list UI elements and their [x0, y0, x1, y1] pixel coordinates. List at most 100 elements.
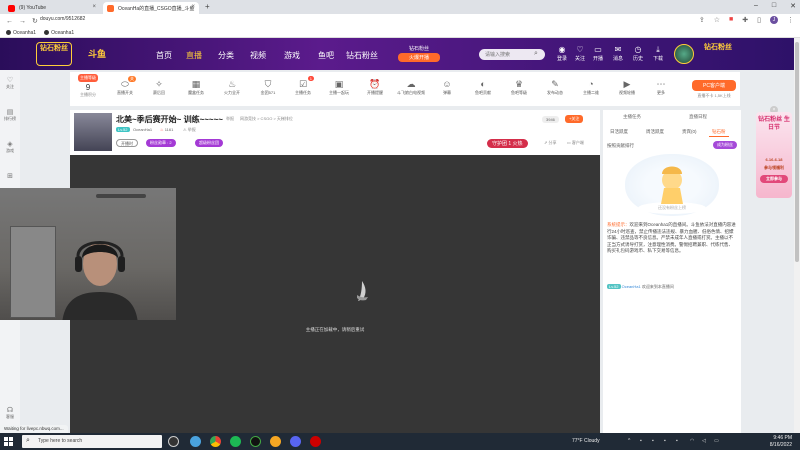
report-link[interactable]: 举报: [226, 116, 234, 122]
star-icon[interactable]: ☆: [714, 16, 720, 24]
task-view-icon[interactable]: [168, 436, 179, 447]
page-scrollbar[interactable]: [794, 38, 800, 433]
share-icon[interactable]: ⇪: [699, 16, 705, 24]
menu-icon[interactable]: ⋮: [787, 16, 794, 24]
download-icon[interactable]: ⤓ 下载: [650, 45, 666, 62]
volume-icon[interactable]: ◁: [702, 438, 706, 444]
share-button[interactable]: ⇗ 分享: [544, 140, 556, 146]
reload-icon[interactable]: ↻: [32, 17, 38, 25]
nav-video[interactable]: 视频: [250, 50, 266, 61]
tool-live-switch[interactable]: 关 ⬭ 直播开关: [108, 76, 142, 96]
windows-start-icon[interactable]: [4, 437, 13, 446]
sidebar-item-settings[interactable]: ⊞: [0, 172, 20, 180]
tool-post[interactable]: ✎ 发布动态: [538, 78, 572, 96]
tool-group[interactable]: ⛉ 金团571: [251, 78, 285, 96]
chrome-icon[interactable]: [210, 436, 221, 447]
tool-remind[interactable]: ⏰ 开播提醒: [358, 78, 392, 96]
scrollbar-thumb[interactable]: [795, 42, 799, 262]
promo-banner[interactable]: 钻石粉丝 火爆开播: [398, 45, 440, 62]
tool-more[interactable]: ⋯ 更多: [644, 78, 678, 96]
promo-button[interactable]: 火爆开播: [398, 53, 440, 62]
app-icon[interactable]: [310, 436, 321, 447]
close-window-icon[interactable]: ✕: [790, 2, 796, 10]
taskbar-search[interactable]: Type here to search: [22, 435, 162, 448]
tool-tv[interactable]: ☁ 斗飞娘白电视频: [394, 78, 428, 96]
tab-weekly[interactable]: 周活跃度: [643, 128, 667, 136]
tool-task[interactable]: 1 ☑ 主播任务: [286, 76, 320, 96]
tray-app-icon[interactable]: ▪: [640, 438, 642, 444]
nav-home[interactable]: 首页: [156, 50, 172, 61]
tool-magic-box[interactable]: ▦ 魔盒任务: [179, 78, 213, 96]
side-ad-banner[interactable]: 钻石粉丝 生日节 6.16-6.18 参与领福利 立即参与: [756, 112, 792, 198]
tool-qrcode[interactable]: ◔ 主播二维: [574, 78, 608, 96]
tool-fishbar-level[interactable]: ♛ 鱼吧等级: [502, 78, 536, 96]
message-icon[interactable]: ✉ 消息: [610, 45, 626, 62]
sidebar-item-rank[interactable]: ▤ 排行榜: [0, 108, 20, 122]
search-icon[interactable]: ⌕: [534, 50, 538, 58]
back-icon[interactable]: ←: [6, 18, 13, 25]
close-tab-icon[interactable]: ×: [191, 4, 195, 10]
spotify-icon[interactable]: [230, 436, 241, 447]
tray-app-icon-3[interactable]: ▪: [664, 438, 666, 444]
new-tab-button[interactable]: +: [205, 2, 210, 11]
schedule-link[interactable]: 直播日程: [689, 114, 707, 120]
fan-medal-pill[interactable]: 粉丝勋章 : 2: [146, 139, 176, 147]
become-fan-button[interactable]: 成为粉丝: [713, 141, 737, 149]
broadcast-time-pill[interactable]: 开播时: [116, 139, 138, 147]
login-icon[interactable]: ◉ 登录: [554, 45, 570, 62]
report-link-2[interactable]: ⚠ 举报: [183, 127, 196, 133]
user-avatar[interactable]: [674, 44, 694, 64]
nav-games[interactable]: 游戏: [284, 50, 300, 61]
tool-video-carousel[interactable]: ▶ 视频轮播: [610, 78, 644, 96]
chat-user-name[interactable]: OceanHa1: [622, 284, 641, 289]
close-tab-icon[interactable]: ×: [92, 4, 96, 10]
terminal-icon[interactable]: [250, 436, 261, 447]
sidebar-icon[interactable]: ▯: [757, 16, 761, 24]
tab-youtube[interactable]: (9) YouTube ×: [4, 2, 100, 14]
follow-button[interactable]: +关注: [565, 115, 584, 123]
nav-fishbar[interactable]: 鱼吧: [318, 50, 334, 61]
profile-avatar[interactable]: J: [770, 16, 778, 24]
tray-chevron-icon[interactable]: ^: [628, 438, 630, 444]
category-breadcrumb[interactable]: 网游竞技 > CSGO > 天梯排位: [240, 116, 293, 122]
tool-danmu[interactable]: ☺ 弹幕: [430, 78, 464, 96]
follow-icon[interactable]: ♡ 关注: [572, 45, 588, 62]
monitor-icon[interactable]: ▭: [714, 438, 719, 444]
nav-diamond[interactable]: 钻石粉丝: [346, 50, 378, 61]
anchor-name[interactable]: OceanHa1: [133, 127, 152, 132]
tool-fishbar-contrib[interactable]: ◐ 鱼吧贡献: [466, 78, 500, 96]
extension-icon[interactable]: ■: [729, 16, 733, 24]
forward-icon[interactable]: →: [19, 18, 26, 25]
folder-icon[interactable]: [270, 436, 281, 447]
anchor-level-box[interactable]: 主播等级 9 主播积分: [70, 74, 106, 104]
nav-live[interactable]: 直播: [186, 50, 202, 61]
logo[interactable]: 钻石粉丝: [36, 42, 72, 66]
tab-diamond-fans[interactable]: 钻石粉: [709, 128, 729, 137]
maximize-icon[interactable]: □: [772, 2, 776, 10]
file-explorer-icon[interactable]: [190, 436, 201, 447]
puzzle-icon[interactable]: ✚: [742, 16, 748, 24]
history-icon[interactable]: ◷ 历史: [630, 45, 646, 62]
tab-daily[interactable]: 日活跃度: [607, 128, 631, 136]
bookmark-item[interactable]: Oceanha1: [6, 30, 36, 36]
tab-vip[interactable]: 贵宾(0): [679, 128, 700, 136]
tray-app-icon-4[interactable]: ▪: [676, 438, 678, 444]
pc-client-button[interactable]: PC客户端: [692, 80, 736, 91]
diamond-badge[interactable]: 钻石粉丝: [700, 43, 736, 65]
super-fan-pill[interactable]: 超级粉丝团: [195, 139, 223, 147]
tab-douyu[interactable]: OceanHa的直播_CSGO直播_斗鱼 ×: [103, 2, 199, 14]
url-field[interactable]: douyu.com/9512682: [40, 16, 85, 22]
client-button[interactable]: ▭ 客户端: [567, 140, 584, 146]
weather-widget[interactable]: 77°F Cloudy: [572, 438, 600, 444]
tool-replay[interactable]: ✧ 赛后回: [142, 78, 176, 96]
minimize-icon[interactable]: –: [754, 2, 758, 10]
bookmark-item[interactable]: Oceanha1: [44, 30, 74, 36]
tool-fire[interactable]: ♨ 火力全开: [215, 78, 249, 96]
tray-app-icon-2[interactable]: ▪: [652, 438, 654, 444]
streamer-avatar[interactable]: [74, 113, 112, 151]
clock[interactable]: 9:46 PM 8/16/2022: [770, 435, 792, 448]
sidebar-item-game[interactable]: ◈ 游戏: [0, 140, 20, 154]
guard-team-button[interactable]: 守护团 1 火热: [487, 139, 528, 148]
tool-play-together[interactable]: ▣ 主播一起玩: [322, 78, 356, 96]
network-icon[interactable]: ◠: [690, 438, 694, 444]
